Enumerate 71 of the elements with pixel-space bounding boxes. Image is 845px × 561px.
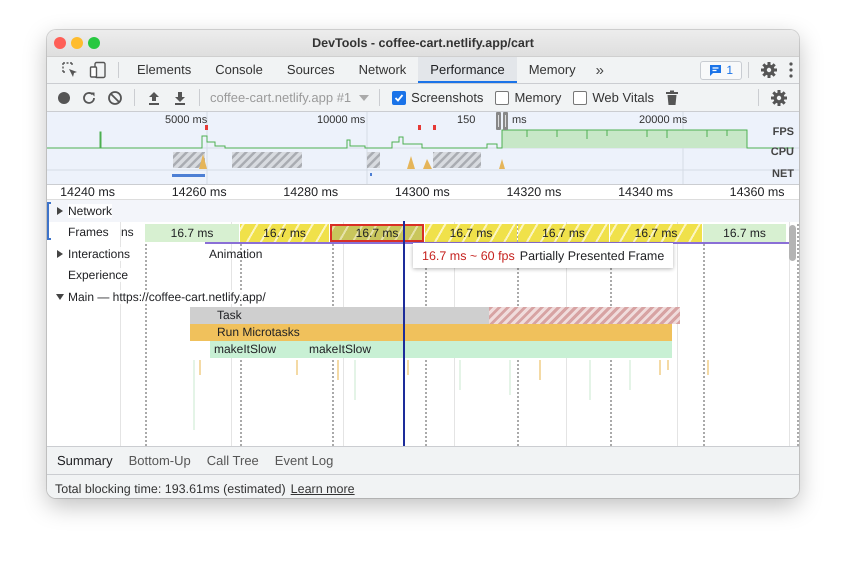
time-ruler-label: 14300 ms <box>394 185 451 199</box>
overview-tick-label: 20000 ms <box>639 114 688 126</box>
checkbox-option[interactable]: Screenshots <box>392 84 484 111</box>
inspect-icon[interactable] <box>61 61 79 79</box>
time-ruler-label: 14340 ms <box>617 185 674 199</box>
settings-icon[interactable] <box>770 88 788 106</box>
caret-icon <box>359 94 370 102</box>
selection-handle-icon[interactable] <box>496 112 501 130</box>
scrollbar-thumb[interactable] <box>789 225 796 261</box>
lane-label: CPU <box>770 146 794 158</box>
lane-label: NET <box>772 168 794 180</box>
learn-more-link[interactable]: Learn more <box>290 482 355 496</box>
details-tab[interactable]: Summary <box>49 447 121 474</box>
overview-tick-label: 5000 ms <box>165 114 208 126</box>
issues-button[interactable]: 1 <box>700 60 742 80</box>
time-ruler-label: 14280 ms <box>282 185 340 199</box>
panel-tab[interactable]: Memory <box>516 57 588 83</box>
lane-label: FPS <box>772 126 794 138</box>
frame-block[interactable]: 16.7 ms <box>330 224 424 242</box>
panel-tab[interactable]: Performance <box>418 57 517 83</box>
flame-chart-bar[interactable]: Task <box>190 307 680 324</box>
time-ruler-label: 14260 ms <box>170 185 228 199</box>
time-ruler-label: 14320 ms <box>505 185 562 199</box>
frame-timing: 16.7 ms ~ 60 fps <box>422 248 515 262</box>
overview-tick-label: 150 <box>457 114 476 126</box>
track-name[interactable]: Main — https://coffee-cart.netlify.app/ <box>68 290 266 304</box>
details-tab[interactable]: Bottom-Up <box>120 447 199 474</box>
checkbox[interactable] <box>495 90 510 104</box>
message-icon <box>709 64 722 76</box>
time-ruler-label: 14240 ms <box>59 185 116 199</box>
collapsed-arrow-icon[interactable] <box>56 250 64 258</box>
selection-handle-icon[interactable] <box>503 112 508 130</box>
expanded-arrow-icon[interactable] <box>56 292 64 301</box>
trash-icon[interactable] <box>665 90 680 106</box>
upload-icon[interactable] <box>146 90 162 106</box>
frame-block[interactable]: 16.7 ms <box>145 224 239 242</box>
panel-tab[interactable]: Sources <box>274 57 347 83</box>
track-name[interactable]: Network <box>68 204 112 218</box>
frame-description: Partially Presented Frame <box>520 248 664 262</box>
reload-icon[interactable] <box>81 90 97 106</box>
frame-block[interactable]: 16.7 ms <box>703 224 786 242</box>
flame-chart-bar[interactable]: Run Microtasks <box>190 324 672 341</box>
truncated-label: ns <box>121 225 134 240</box>
overview-tick-label: 10000 ms <box>317 114 366 126</box>
device-icon[interactable] <box>89 61 107 79</box>
more-options-icon[interactable] <box>788 61 794 79</box>
details-tab[interactable]: Call Tree <box>198 447 267 474</box>
download-icon[interactable] <box>172 90 188 106</box>
panel-tab[interactable]: Network <box>346 57 418 83</box>
panel-tab[interactable]: Elements <box>125 57 204 83</box>
checkbox-option[interactable]: Memory <box>495 84 562 111</box>
interaction-label: Animation <box>209 246 262 261</box>
track-name: Experience <box>68 268 128 282</box>
track-name[interactable]: Interactions <box>68 246 130 261</box>
blocking-time-text: Total blocking time: 193.61ms (estimated) <box>55 482 286 496</box>
overview-tick-label: ms <box>512 114 527 126</box>
window-title: DevTools - coffee-cart.netlify.app/cart <box>312 36 534 50</box>
clear-icon[interactable] <box>107 90 123 106</box>
collapsed-arrow-icon[interactable] <box>56 206 64 215</box>
flame-chart-bar[interactable]: makeItSlow <box>210 341 305 358</box>
checkbox[interactable] <box>573 90 588 104</box>
settings-icon[interactable] <box>760 61 778 79</box>
flame-chart-bar[interactable]: makeItSlow <box>305 341 672 358</box>
details-tab[interactable]: Event Log <box>266 447 342 474</box>
more-tabs-button[interactable]: » <box>588 57 612 83</box>
time-ruler-label: 14360 ms <box>728 185 786 199</box>
track-name: Frames <box>68 225 109 240</box>
checkbox-option[interactable]: Web Vitals <box>573 84 654 111</box>
checkbox[interactable] <box>392 90 406 104</box>
panel-tab[interactable]: Console <box>203 57 275 83</box>
record-icon[interactable] <box>57 90 71 104</box>
